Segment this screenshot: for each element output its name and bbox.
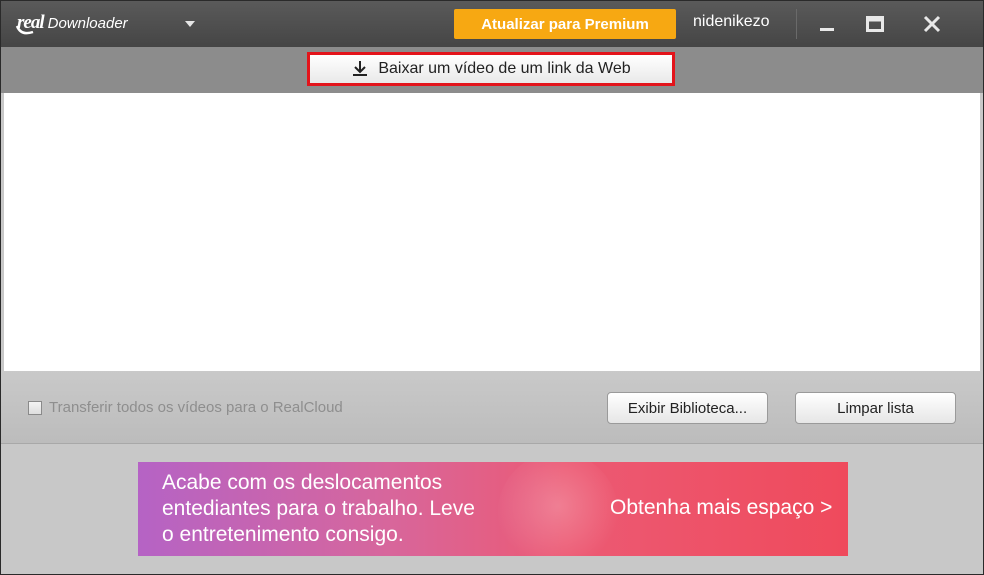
footer-area: Acabe com os deslocamentos entediantes p…: [1, 444, 983, 574]
download-icon: [353, 61, 368, 76]
transfer-realcloud-label: Transferir todos os vídeos para o RealCl…: [49, 399, 343, 416]
upgrade-premium-button[interactable]: Atualizar para Premium: [454, 9, 676, 39]
titlebar-divider: [796, 9, 797, 39]
transfer-realcloud-option[interactable]: Transferir todos os vídeos para o RealCl…: [28, 399, 343, 416]
title-bar[interactable]: real Downloader Atualizar para Premium n…: [1, 1, 983, 47]
logo-product: Downloader: [47, 14, 128, 32]
toolbar: Baixar um vídeo de um link da Web: [1, 47, 983, 93]
logo-swoosh-icon: [15, 25, 34, 35]
close-icon[interactable]: [918, 11, 946, 37]
download-from-link-button[interactable]: Baixar um vídeo de um link da Web: [307, 52, 675, 86]
promo-banner[interactable]: Acabe com os deslocamentos entediantes p…: [138, 462, 848, 556]
clear-list-button[interactable]: Limpar lista: [795, 392, 956, 424]
banner-text: Acabe com os deslocamentos entediantes p…: [162, 470, 522, 548]
realdownloader-logo: real Downloader: [15, 10, 128, 36]
show-library-button[interactable]: Exibir Biblioteca...: [607, 392, 768, 424]
download-from-link-label: Baixar um vídeo de um link da Web: [378, 60, 631, 77]
banner-line-3: o entretenimento consigo.: [162, 523, 404, 546]
minimize-icon[interactable]: [813, 11, 841, 37]
banner-cta-link[interactable]: Obtenha mais espaço >: [610, 496, 832, 520]
maximize-icon[interactable]: [861, 11, 889, 37]
realdownloader-window: real Downloader Atualizar para Premium n…: [0, 0, 984, 575]
transfer-realcloud-checkbox[interactable]: [28, 400, 42, 415]
username-label[interactable]: nidenikezo: [693, 13, 770, 31]
banner-line-2: entediantes para o trabalho. Leve: [162, 497, 475, 520]
controls-bar: Transferir todos os vídeos para o RealCl…: [1, 371, 983, 444]
download-list[interactable]: [4, 93, 980, 371]
banner-line-1: Acabe com os deslocamentos: [162, 471, 443, 494]
menu-dropdown-icon[interactable]: [183, 18, 197, 30]
